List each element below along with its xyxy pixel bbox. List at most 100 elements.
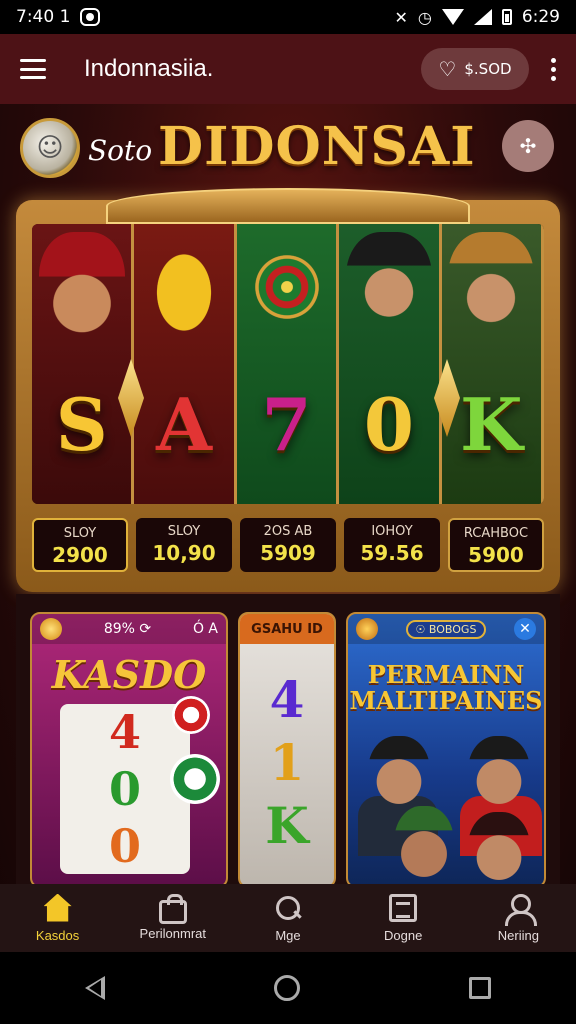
chip-icon xyxy=(40,618,62,640)
more-options-icon[interactable] xyxy=(551,57,556,81)
slot-stats: SLOY 2900 SLOY 10,90 2OS AB 5909 IOHOY 5… xyxy=(32,518,544,572)
notification-icon xyxy=(80,8,101,26)
back-icon[interactable] xyxy=(84,976,105,1000)
reel: 0 xyxy=(339,224,442,504)
balance-value: $.SOD xyxy=(464,60,512,78)
game-card-kasdo[interactable]: 89% ⟳ Ó A KASDO 4 0 0 xyxy=(30,612,228,888)
stat-label: SLOY xyxy=(63,526,97,541)
app-root: 7:40 1 ✕ ◷ 6:29 Indonnasiia. ♡ $.SOD ☺ S… xyxy=(0,0,576,1024)
reel-symbol: S xyxy=(55,382,108,467)
mute-icon: ✕ xyxy=(394,7,408,27)
players-illustration xyxy=(348,716,544,886)
stat-label: IOHOY xyxy=(371,524,413,539)
stat-value: 5900 xyxy=(468,543,524,567)
stat-label: RCAHBOC xyxy=(463,526,529,541)
recents-icon[interactable] xyxy=(469,977,492,999)
stat-box[interactable]: RCAHBOC 5900 xyxy=(448,518,544,572)
card-title-line: MALTIPAINES xyxy=(349,686,543,715)
card-header: ☉ BOBOGS ✕ xyxy=(348,614,544,644)
reel-symbol: 0 xyxy=(108,818,141,873)
reel-symbol: 1 xyxy=(269,733,305,792)
share-button[interactable]: ✣ xyxy=(502,120,554,172)
card-mini: Ó A xyxy=(192,621,218,637)
search-icon xyxy=(274,894,302,922)
stat-value: 5909 xyxy=(260,541,316,565)
slot-crown xyxy=(106,188,470,224)
game-card-reels[interactable]: GSAHU ID 4 1 K xyxy=(238,612,336,888)
reel: K xyxy=(441,224,544,504)
menu-icon[interactable] xyxy=(20,59,46,79)
game-cards: 89% ⟳ Ó A KASDO 4 0 0 GSAHU ID 4 1 K ☉ B… xyxy=(16,594,560,888)
stat-box[interactable]: IOHOY 59.56 xyxy=(344,518,440,572)
stat-value: 10,90 xyxy=(152,541,216,565)
nav-item-neriing[interactable]: Neriing xyxy=(463,893,573,943)
card-header: 89% ⟳ Ó A xyxy=(32,614,226,644)
status-bar: 7:40 1 ✕ ◷ 6:29 xyxy=(0,0,576,34)
status-time-right: 6:29 xyxy=(521,7,560,27)
nav-label: Kasdos xyxy=(35,927,80,943)
home-icon xyxy=(43,893,72,922)
bottom-nav: Kasdos Perilonmrat Mge Dogne Neriing xyxy=(0,884,576,952)
reel-symbol: 4 xyxy=(269,670,305,729)
battery-icon xyxy=(501,9,512,25)
coin-icon: ☺ xyxy=(20,118,80,178)
stat-box[interactable]: 2OS AB 5909 xyxy=(240,518,336,572)
app-bar: Indonnasiia. ♡ $.SOD xyxy=(0,34,576,104)
game-card-multiplayer[interactable]: ☉ BOBOGS ✕ PERMAINN MALTIPAINES xyxy=(346,612,546,888)
nav-item-dogne[interactable]: Dogne xyxy=(348,893,458,943)
mask-portrait xyxy=(141,232,228,342)
poker-chip-icon xyxy=(172,696,210,734)
brand-prefix: Soto xyxy=(88,134,153,167)
card-title-line: PERMAINN xyxy=(367,660,525,689)
status-time-left: 7:40 1 xyxy=(16,7,71,27)
wifi-icon xyxy=(441,9,464,25)
card-badge: 89% ⟳ xyxy=(103,621,152,637)
player-portrait xyxy=(368,736,430,812)
brand-name: DIDONSAI xyxy=(158,116,476,177)
reel-symbol: 7 xyxy=(261,382,312,467)
reel-symbol: 0 xyxy=(363,382,414,467)
reel-symbol: 0 xyxy=(108,761,141,816)
nav-item-mge[interactable]: Mge xyxy=(233,894,343,943)
status-right: ✕ ◷ 6:29 xyxy=(394,7,560,27)
reel: A xyxy=(134,224,237,504)
nav-label: Perilonmrat xyxy=(139,925,207,941)
character-portrait xyxy=(38,232,125,342)
nav-item-kasdos[interactable]: Kasdos xyxy=(3,893,113,943)
chip-icon xyxy=(356,618,378,640)
nav-label: Mge xyxy=(275,927,301,943)
document-icon xyxy=(389,893,418,922)
slot-machine: S A 7 0 K SLOY 2900 SLOY 10,90 2OS AB 59… xyxy=(16,188,560,592)
reel-stack: 4 1 K xyxy=(240,670,334,855)
roulette-wheel-icon xyxy=(243,232,330,342)
card-title: PERMAINN MALTIPAINES xyxy=(348,662,544,714)
home-circle-icon[interactable] xyxy=(273,975,300,1001)
close-icon[interactable]: ✕ xyxy=(513,618,536,640)
card-header: GSAHU ID xyxy=(240,614,334,644)
card-pill: ☉ BOBOGS xyxy=(405,619,487,639)
reel-symbol: 4 xyxy=(108,705,141,760)
alarm-icon: ◷ xyxy=(417,7,432,27)
nav-label: Neriing xyxy=(497,927,539,943)
reel-symbol: K xyxy=(265,796,309,855)
app-title: Indonnasiia. xyxy=(84,55,214,82)
character-portrait xyxy=(345,232,432,342)
poker-chip-icon xyxy=(170,754,220,804)
balance-button[interactable]: ♡ $.SOD xyxy=(421,48,529,90)
player-portrait xyxy=(394,806,454,886)
reel: S xyxy=(32,224,135,504)
mini-reels: 4 0 0 xyxy=(60,704,190,874)
reel: 7 xyxy=(236,224,340,504)
stat-value: 59.56 xyxy=(360,541,424,565)
stat-box[interactable]: SLOY 10,90 xyxy=(136,518,232,572)
stat-box[interactable]: SLOY 2900 xyxy=(32,518,128,572)
user-icon xyxy=(504,893,538,926)
slot-reels[interactable]: S A 7 0 K xyxy=(32,224,544,504)
nav-label: Dogne xyxy=(384,927,423,943)
nav-item-perilonmrat[interactable]: Perilonmrat xyxy=(118,893,228,941)
card-title: KASDO xyxy=(51,652,207,697)
player-portrait xyxy=(468,736,530,812)
stat-label: 2OS AB xyxy=(263,524,313,539)
system-navigation-bar xyxy=(0,952,576,1024)
character-portrait xyxy=(448,232,535,342)
